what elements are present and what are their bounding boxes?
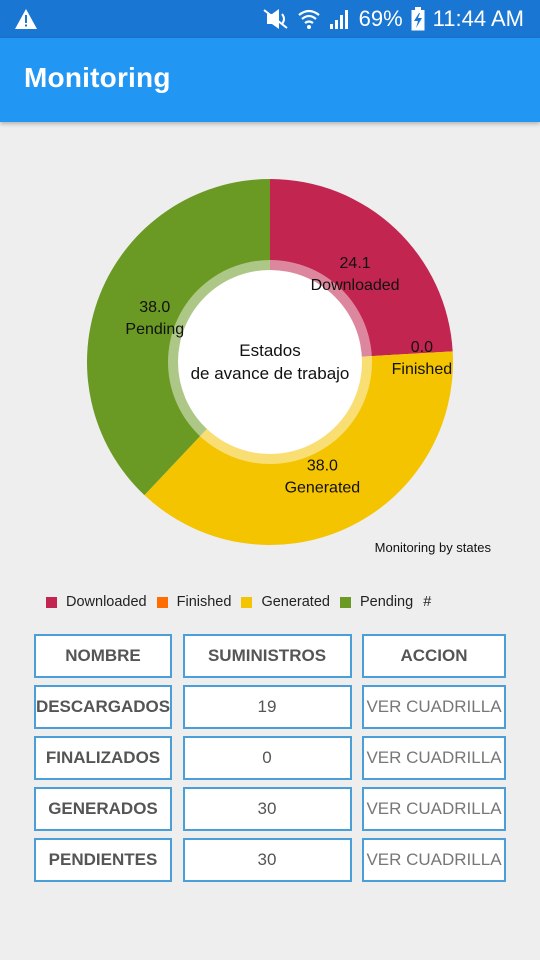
battery-percent: 69% [358,6,403,31]
header-accion: ACCION [362,634,506,678]
row-name: GENERADOS [34,787,172,831]
row-count: 0 [182,736,352,780]
slice-value-label: 38.0 [307,457,338,474]
slice-value-label: 38.0 [139,299,170,316]
row-count: 30 [182,838,352,882]
legend-label: Generated [261,594,330,610]
app-title: Monitoring [24,62,171,93]
slice-name-label: Downloaded [311,277,400,294]
row-name: DESCARGADOS [34,685,172,729]
legend-swatch [241,596,253,608]
status-bar: 69% 11:44 AM [0,0,540,38]
slice-name-label: Pending [125,321,184,338]
table-row: DESCARGADOS 19 VER CUADRILLA [34,685,506,729]
ver-cuadrilla-button[interactable]: VER CUADRILLA [362,736,506,780]
center-text-line1: Estados [239,341,300,360]
ver-cuadrilla-button[interactable]: VER CUADRILLA [362,838,506,882]
legend-label: Pending [359,594,414,610]
slice-value-label: 0.0 [411,339,433,356]
chart-legend: Downloaded Finished Generated Pending # [46,592,431,612]
table-header-row: NOMBRE SUMINISTROS ACCION [34,634,506,678]
pie-chart-svg: 24.1 Downloaded 0.0 Finished 38.0 Generated 38… [87,179,454,545]
legend-label: Downloaded [66,594,147,610]
donut-hole [178,270,362,454]
legend-swatch [46,596,57,608]
row-count: 19 [182,685,352,729]
mute-icon [263,9,288,29]
states-table: NOMBRE SUMINISTROS ACCION DESCARGADOS 19… [34,634,506,889]
ver-cuadrilla-button[interactable]: VER CUADRILLA [362,685,506,729]
chart-description: Monitoring by states [374,540,491,555]
row-name: FINALIZADOS [34,736,172,780]
ver-cuadrilla-button[interactable]: VER CUADRILLA [362,787,506,831]
table-row: FINALIZADOS 0 VER CUADRILLA [34,736,506,780]
battery-charging-icon [411,7,425,31]
center-text-line2: de avance de trabajo [191,364,350,383]
legend-item-pending: Pending [339,594,414,610]
pie-chart[interactable]: 24.1 Downloaded 0.0 Finished 38.0 Generated 38… [0,122,540,572]
table-row: GENERADOS 30 VER CUADRILLA [34,787,506,831]
clock: 11:44 AM [432,6,524,31]
warning-icon [15,9,37,29]
slice-value-label: 24.1 [340,255,371,272]
legend-item-generated: Generated [241,594,330,610]
status-right: 69% 11:44 AM [263,0,524,38]
header-suministros: SUMINISTROS [182,634,352,678]
app-bar: Monitoring [0,38,540,122]
legend-item-downloaded: Downloaded [46,594,147,610]
row-count: 30 [182,787,352,831]
signal-icon [329,10,348,29]
legend-label: Finished [176,594,232,610]
legend-suffix: # [423,594,432,610]
legend-swatch [156,596,168,608]
wifi-icon [297,9,320,29]
slice-name-label: Generated [285,479,361,496]
slice-name-label: Finished [392,361,452,378]
row-name: PENDIENTES [34,838,172,882]
table-row: PENDIENTES 30 VER CUADRILLA [34,838,506,882]
legend-item-finished: Finished [156,594,232,610]
legend-swatch [339,596,351,608]
header-nombre: NOMBRE [34,634,172,678]
